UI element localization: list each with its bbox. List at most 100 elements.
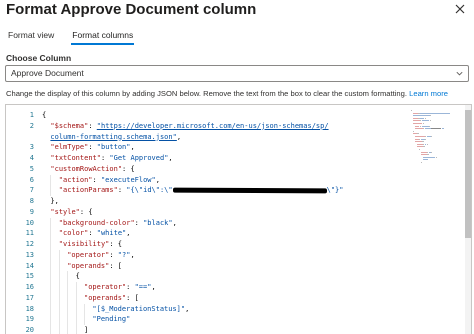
indent-guide (50, 325, 52, 334)
line-number-gutter: 1 2 3 4 5 6 7 8 9 10 11 12 13 14 15 16 17 18 19 20 (6, 110, 36, 334)
json-punct: : [ (109, 261, 122, 270)
minimap-stroke (424, 117, 426, 119)
line-number: 16 (25, 283, 34, 291)
json-punct: , (185, 304, 190, 313)
description: Change the display of this column by add… (6, 89, 472, 98)
minimap-stroke (426, 143, 428, 145)
json-key: "style" (50, 207, 80, 216)
minimap-stroke (425, 138, 426, 140)
close-icon[interactable] (452, 1, 468, 17)
minimap-stroke (411, 110, 412, 111)
line-number: 10 (25, 218, 34, 227)
code-line: "customRowAction": { (42, 164, 410, 175)
code-line: "[$_ModerationStatus]", (42, 303, 410, 315)
json-punct: : (88, 229, 97, 238)
json-punct: , (130, 143, 135, 152)
json-editor[interactable]: 1 2 3 4 5 6 7 8 9 10 11 12 13 14 15 16 17 18 19 20 {"$schem… (5, 104, 472, 334)
json-key: "actionParams" (58, 186, 118, 195)
minimap-stroke (421, 120, 430, 122)
indent-guide (84, 303, 85, 315)
json-key: "$schema" (50, 121, 89, 130)
indent-guide (58, 314, 60, 325)
line-number: 12 (25, 240, 34, 248)
description-text: Change the display of this column by add… (6, 89, 407, 98)
scrollbar-thumb[interactable] (465, 110, 471, 238)
minimap-stroke (415, 125, 420, 127)
code-line: ] (42, 325, 410, 334)
indent-guide (75, 292, 77, 304)
json-string: column-formatting.schema.json" (50, 132, 177, 141)
line-number: 2 (29, 121, 34, 130)
line-number: 15 (25, 272, 34, 281)
minimap-stroke (423, 156, 436, 158)
minimap-stroke (431, 151, 432, 153)
code-area[interactable]: {"$schema": "https://developer.microsoft… (42, 110, 410, 334)
minimap-stroke (421, 162, 422, 163)
choose-column-label: Choose Column (6, 53, 72, 63)
indent-guide (67, 303, 69, 315)
indent-guide (58, 303, 60, 315)
line-number: 17 (25, 293, 34, 302)
indent-guide (67, 314, 69, 325)
tab-list: Format view Format columns (6, 29, 149, 47)
code-line: "operands": [ (42, 260, 410, 272)
json-string: "{\"id\":\" (126, 186, 173, 195)
minimap-stroke (415, 128, 423, 130)
learn-more-link[interactable]: Learn more (409, 89, 448, 98)
code-line: "action": "executeFlow", (42, 174, 410, 186)
json-punct: , (172, 218, 177, 227)
json-punct: : (109, 250, 118, 259)
json-key: "operands" (67, 261, 110, 270)
tab-format-columns[interactable]: Format columns (70, 29, 135, 47)
json-key: "operator" (67, 250, 110, 259)
json-key: "color" (58, 229, 89, 238)
json-punct: ] (84, 326, 89, 334)
json-punct: : (92, 175, 101, 184)
indent-guide (75, 303, 77, 315)
json-punct: : (88, 143, 97, 152)
line-number: 18 (25, 304, 34, 313)
json-string: "Get Approved" (109, 154, 169, 162)
indent-guide (67, 325, 69, 334)
line-number: 11 (25, 229, 34, 238)
column-dropdown[interactable]: Approve Document (5, 65, 469, 82)
minimap-stroke (431, 136, 432, 137)
indent-guide (50, 174, 52, 186)
indent-guide (58, 292, 60, 304)
json-string: "executeFlow" (100, 175, 156, 184)
json-string: "button" (96, 143, 131, 152)
json-string: "white" (96, 229, 127, 238)
code-line: "operands": [ (42, 292, 410, 304)
editor-minimap[interactable] (411, 110, 459, 190)
json-key: "operands" (84, 293, 127, 302)
json-punct: : [ (126, 293, 139, 302)
minimap-stroke (413, 123, 423, 124)
line-number: 14 (25, 261, 34, 270)
column-dropdown-value: Approve Document (11, 68, 84, 78)
code-line: }, (42, 196, 410, 207)
minimap-stroke (413, 133, 417, 135)
line-number: 5 (29, 164, 34, 173)
minimap-stroke (430, 115, 431, 117)
minimap-stroke (420, 112, 451, 114)
line-number: 6 (29, 175, 34, 184)
minimap-stroke (413, 115, 430, 117)
minimap-stroke (422, 141, 424, 143)
panel-title: Format Approve Document column (6, 1, 257, 18)
minimap-stroke (415, 136, 425, 137)
tab-format-view[interactable]: Format view (6, 29, 56, 47)
code-line: "visibility": { (42, 239, 410, 250)
json-key: "action" (58, 175, 93, 184)
minimap-stroke (424, 128, 431, 130)
minimap-stroke (417, 143, 423, 145)
line-number: 20 (25, 326, 34, 334)
code-line: "$schema": "https://developer.microsoft.… (42, 121, 410, 132)
indent-guide (50, 228, 52, 239)
indent-guide (50, 271, 52, 282)
indent-guide (58, 271, 60, 282)
json-punct: , (168, 154, 173, 162)
line-number: 7 (29, 186, 34, 195)
minimap-stroke (431, 128, 442, 130)
minimap-stroke (413, 117, 418, 119)
minimap-stroke (420, 138, 425, 140)
